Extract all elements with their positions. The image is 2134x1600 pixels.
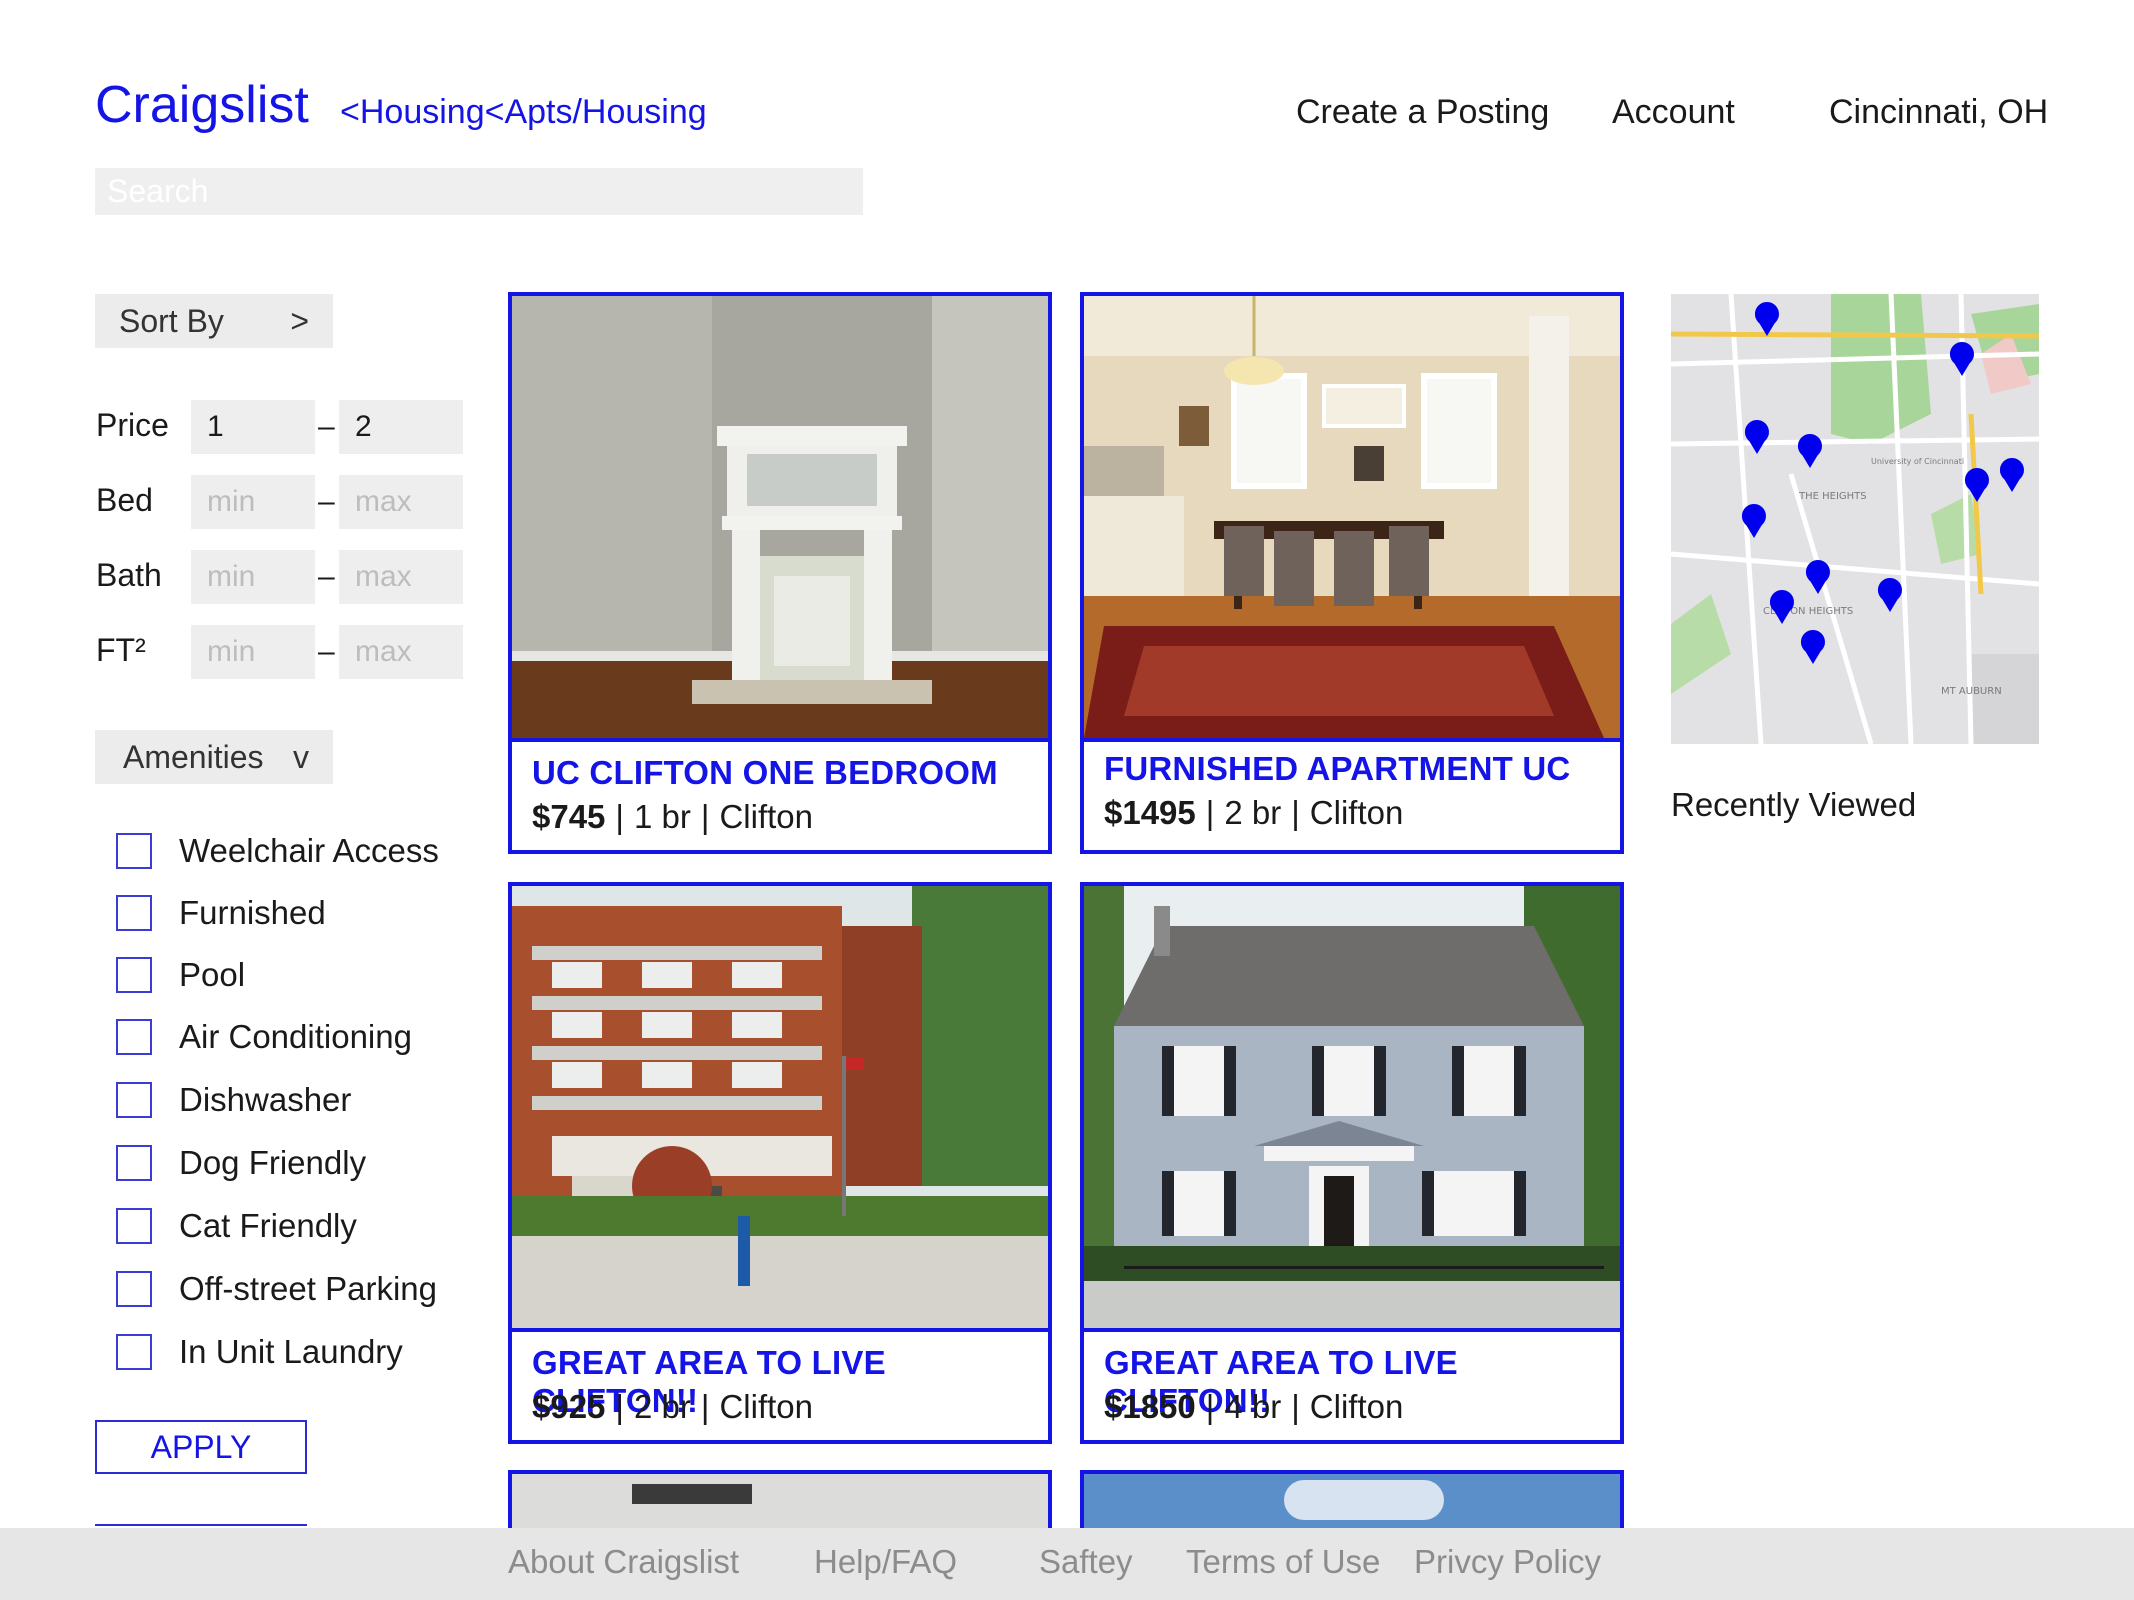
checkbox-wheelchair-access[interactable] xyxy=(116,833,152,869)
footer-link-terms[interactable]: Terms of Use xyxy=(1186,1543,1380,1581)
listing-beds: 1 br xyxy=(634,798,691,835)
bath-label: Bath xyxy=(96,557,162,593)
listing-area: Clifton xyxy=(1309,794,1404,831)
second-button-edge[interactable] xyxy=(95,1524,307,1526)
amenity-label: Dishwasher xyxy=(179,1081,352,1118)
breadcrumb[interactable]: <Housing<Apts/Housing xyxy=(340,93,707,132)
chevron-down-icon: v xyxy=(293,738,309,775)
listing-meta: $745 | 1 br | Clifton xyxy=(532,798,813,835)
bath-min-input[interactable]: min xyxy=(191,550,315,604)
checkbox-furnished[interactable] xyxy=(116,895,152,931)
listing-card[interactable]: UC CLIFTON ONE BEDROOM $745 | 1 br | Clifton xyxy=(508,292,1052,854)
footer-link-about[interactable]: About Craigslist xyxy=(508,1543,739,1581)
checkbox-in-unit-laundry[interactable] xyxy=(116,1334,152,1370)
amenity-label: Cat Friendly xyxy=(179,1207,357,1244)
sqft-label: FT² xyxy=(96,632,146,668)
price-max-input[interactable]: 2 xyxy=(339,400,463,454)
location-link[interactable]: Cincinnati, OH xyxy=(1829,93,2048,132)
listing-beds: 2 br xyxy=(634,1388,691,1425)
amenity-label: Dog Friendly xyxy=(179,1144,367,1181)
price-label: Price xyxy=(96,407,169,443)
amenity-label: In Unit Laundry xyxy=(179,1333,403,1370)
listing-price: $1850 xyxy=(1104,1388,1196,1425)
bath-max-input[interactable]: max xyxy=(339,550,463,604)
chevron-right-icon: > xyxy=(290,302,309,339)
listing-area: Clifton xyxy=(1309,1388,1404,1425)
amenity-label: Furnished xyxy=(179,894,326,931)
listing-card[interactable]: GREAT AREA TO LIVE CLIFTON!! $925 | 2 br | C… xyxy=(508,882,1052,1444)
recently-viewed-heading: Recently Viewed xyxy=(1671,786,1917,823)
bed-max-input[interactable]: max xyxy=(339,475,463,529)
checkbox-off-street-parking[interactable] xyxy=(116,1271,152,1307)
listing-meta: $1850 | 4 br | Clifton xyxy=(1104,1388,1404,1425)
sort-by-dropdown[interactable]: Sort By > xyxy=(95,294,333,348)
footer-link-privacy[interactable]: Privcy Policy xyxy=(1414,1543,1601,1581)
footer-link-help[interactable]: Help/FAQ xyxy=(814,1543,957,1581)
checkbox-cat-friendly[interactable] xyxy=(116,1208,152,1244)
amenity-label: Weelchair Access xyxy=(179,832,439,869)
sort-by-label: Sort By xyxy=(119,302,224,339)
apply-button[interactable]: APPLY xyxy=(95,1420,307,1474)
checkbox-dog-friendly[interactable] xyxy=(116,1145,152,1181)
listing-photo[interactable] xyxy=(1084,886,1620,1332)
listing-photo xyxy=(632,1484,752,1504)
map-label: THE HEIGHTS xyxy=(1798,491,1867,502)
listing-meta: $1495 | 2 br | Clifton xyxy=(1104,794,1404,831)
listing-price: $745 xyxy=(532,798,606,835)
listing-area: Clifton xyxy=(719,1388,813,1425)
listing-card[interactable]: FURNISHED APARTMENT UC $1495 | 2 br | Clifto… xyxy=(1080,292,1624,854)
create-posting-link[interactable]: Create a Posting xyxy=(1296,93,1549,132)
sqft-min-input[interactable]: min xyxy=(191,625,315,679)
listing-photo[interactable] xyxy=(512,296,1048,742)
checkbox-air-conditioning[interactable] xyxy=(116,1019,152,1055)
listing-photo[interactable] xyxy=(1084,296,1620,742)
site-logo[interactable]: Craigslist xyxy=(95,75,309,135)
listing-price: $925 xyxy=(532,1388,606,1425)
amenity-label: Off-street Parking xyxy=(179,1270,437,1307)
range-separator: – xyxy=(318,635,335,668)
amenity-label: Air Conditioning xyxy=(179,1018,412,1055)
listing-title[interactable]: FURNISHED APARTMENT UC xyxy=(1104,750,1570,788)
amenities-label: Amenities xyxy=(123,738,264,775)
bed-min-input[interactable]: min xyxy=(191,475,315,529)
listing-title[interactable]: UC CLIFTON ONE BEDROOM xyxy=(532,754,998,792)
range-separator: – xyxy=(318,560,335,593)
checkbox-pool[interactable] xyxy=(116,957,152,993)
map-label: University of Cincinnati xyxy=(1871,457,1964,466)
listing-beds: 4 br xyxy=(1224,1388,1282,1425)
listing-beds: 2 br xyxy=(1224,794,1282,831)
checkbox-dishwasher[interactable] xyxy=(116,1082,152,1118)
listing-card[interactable]: GREAT AREA TO LIVE CLIFTON!! $1850 | 4 br |… xyxy=(1080,882,1624,1444)
account-link[interactable]: Account xyxy=(1612,93,1735,132)
listing-photo xyxy=(1284,1480,1444,1520)
range-separator: – xyxy=(318,410,335,443)
listing-price: $1495 xyxy=(1104,794,1196,831)
bed-label: Bed xyxy=(96,482,153,518)
listing-area: Clifton xyxy=(719,798,813,835)
listing-photo[interactable] xyxy=(512,886,1048,1332)
map[interactable]: THE HEIGHTS CLIFTON HEIGHTS MT AUBURN Un… xyxy=(1671,294,2039,744)
map-label: MT AUBURN xyxy=(1941,686,2002,697)
listing-card[interactable] xyxy=(508,1470,1052,1530)
listing-meta: $925 | 2 br | Clifton xyxy=(532,1388,813,1425)
range-separator: – xyxy=(318,485,335,518)
sqft-max-input[interactable]: max xyxy=(339,625,463,679)
search-input[interactable] xyxy=(95,168,863,215)
footer-link-safety[interactable]: Saftey xyxy=(1039,1543,1133,1581)
price-min-input[interactable]: 1 xyxy=(191,400,315,454)
amenities-dropdown[interactable]: Amenities v xyxy=(95,730,333,784)
listing-card[interactable] xyxy=(1080,1470,1624,1530)
amenity-label: Pool xyxy=(179,956,246,993)
